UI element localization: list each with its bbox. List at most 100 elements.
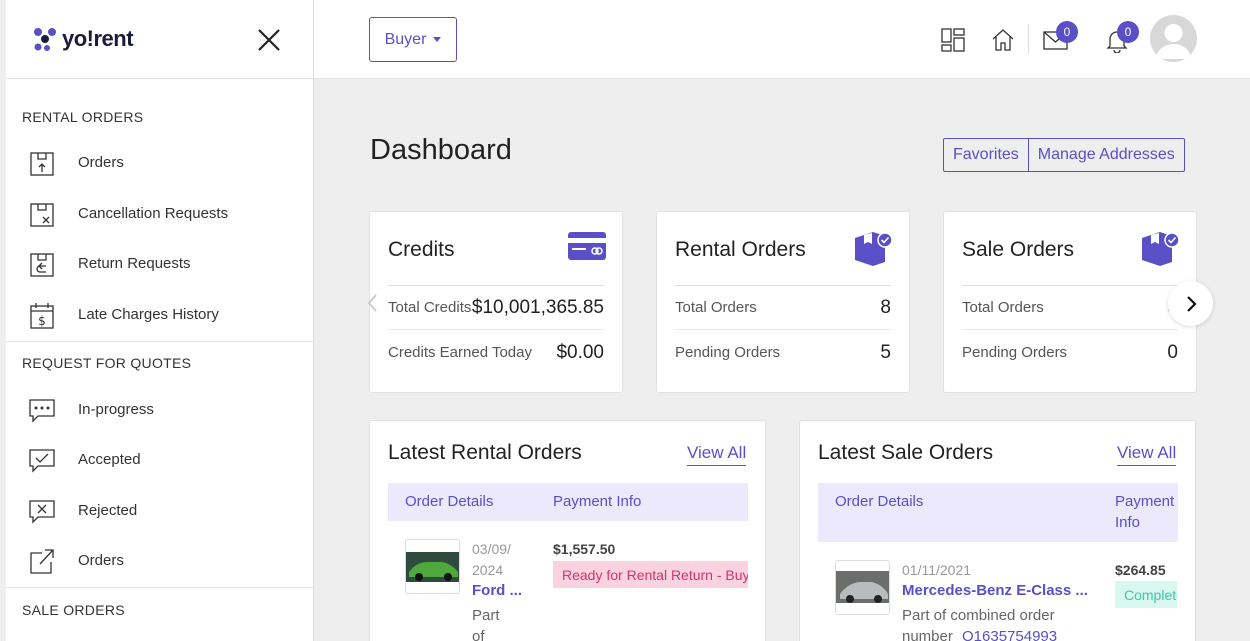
card-row-label: Pending Orders	[962, 344, 1068, 361]
card-row: Credits Earned Today $0.00	[388, 330, 604, 375]
carousel-next-button[interactable]	[1168, 281, 1213, 326]
order-date: 01/11/2021	[902, 562, 972, 578]
sidebar-item-cancellation-requests[interactable]: Cancellation Requests	[28, 200, 228, 228]
chat-dots-icon	[29, 399, 55, 423]
manage-addresses-button[interactable]: Manage Addresses	[1027, 139, 1184, 171]
card-title: Rental Orders	[675, 238, 806, 261]
divider	[6, 341, 313, 342]
order-subtext: of	[472, 628, 485, 641]
panel-title: Latest Sale Orders	[818, 441, 994, 464]
sidebar-item-orders[interactable]: Orders	[28, 149, 124, 177]
calendar-dollar-icon: $	[30, 303, 54, 329]
section-title-rental-orders: RENTAL ORDERS	[22, 109, 144, 125]
brand-name: yo!rent	[62, 26, 134, 51]
carousel-prev-icon[interactable]	[352, 286, 392, 322]
card-title: Sale Orders	[962, 238, 1075, 261]
quick-links: Favorites Manage Addresses	[943, 138, 1185, 172]
card-row: Pending Orders 0	[962, 330, 1178, 375]
chevron-right-icon	[1186, 295, 1197, 312]
sidebar-item-label: Return Requests	[78, 255, 191, 272]
sidebar-item-in-progress[interactable]: In-progress	[28, 396, 154, 424]
page-title: Dashboard	[370, 134, 512, 166]
sidebar-item-label: Rejected	[78, 502, 138, 519]
logo-mark-icon	[34, 28, 56, 51]
sidebar: yo!rent RENTAL ORDERS Orders Cancellatio…	[6, 0, 314, 641]
messages-badge: 0	[1056, 21, 1078, 43]
table-header: Order Details Payment Info	[818, 483, 1178, 542]
order-price: $1,557.50	[553, 541, 616, 557]
rental-orders-card: Rental Orders Total Orders 8 Pending Ord…	[656, 211, 910, 393]
divider	[1028, 24, 1029, 54]
package-check-icon	[855, 232, 893, 266]
product-thumbnail[interactable]	[835, 560, 890, 615]
credits-card: Credits Total Credits $10,001,365.85 Cre…	[369, 211, 623, 393]
card-row: Total Credits $10,001,365.85	[388, 285, 604, 330]
card-row-label: Total Orders	[675, 299, 757, 316]
column-header-order-details: Order Details	[835, 493, 924, 510]
home-icon[interactable]	[991, 28, 1015, 52]
box-x-icon	[30, 203, 54, 227]
chat-x-icon	[29, 500, 55, 524]
sidebar-item-label: Cancellation Requests	[78, 205, 229, 222]
card-row: Pending Orders 5	[675, 330, 891, 375]
sidebar-item-label: Late Charges History	[78, 306, 219, 323]
order-subtext: Part of combined order	[902, 607, 1055, 624]
order-price: $264.85	[1115, 562, 1166, 578]
return-icon	[30, 253, 54, 277]
order-product-link[interactable]: Ford ...	[472, 582, 522, 599]
card-row-value: 0	[1167, 341, 1178, 363]
sidebar-item-rfq-orders[interactable]: Orders	[28, 547, 124, 575]
favorites-button[interactable]: Favorites	[944, 139, 1028, 171]
panel-title: Latest Rental Orders	[388, 441, 582, 464]
latest-rental-orders-panel: Latest Rental Orders View All Order Deta…	[369, 420, 766, 641]
card-row-label: Total Orders	[962, 299, 1044, 316]
view-all-rental-link[interactable]: View All	[687, 443, 747, 466]
avatar[interactable]	[1150, 15, 1197, 62]
table-header: Order Details Payment Info	[388, 483, 748, 521]
brand-logo[interactable]: yo!rent	[32, 26, 134, 52]
package-check-icon	[1142, 232, 1180, 266]
card-row: Total Orders 8	[675, 285, 891, 330]
sidebar-item-accepted[interactable]: Accepted	[28, 446, 141, 474]
chat-check-icon	[29, 449, 55, 473]
sidebar-header: yo!rent	[6, 0, 313, 79]
divider	[6, 587, 313, 588]
product-thumbnail[interactable]	[405, 539, 460, 594]
box-up-icon	[30, 152, 54, 176]
caret-down-icon	[433, 37, 442, 42]
order-date: 03/09/	[472, 541, 511, 557]
sidebar-item-label: Accepted	[78, 451, 141, 468]
card-row-value: 8	[880, 296, 891, 318]
sidebar-item-late-charges-history[interactable]: $ Late Charges History	[28, 301, 219, 329]
car-image	[406, 540, 459, 593]
order-product-link[interactable]: Mercedes-Benz E-Class ...	[902, 582, 1088, 599]
order-subtext: Part	[472, 607, 500, 624]
card-row-value: $0.00	[556, 341, 604, 363]
card-title: Credits	[388, 238, 455, 261]
topbar: Buyer 0 0	[314, 0, 1250, 79]
dashboard-icon[interactable]	[941, 28, 965, 52]
sidebar-item-return-requests[interactable]: Return Requests	[28, 250, 191, 278]
view-all-sale-link[interactable]: View All	[1117, 443, 1177, 466]
column-header-payment: Payment	[1115, 493, 1175, 510]
role-select[interactable]: Buyer	[369, 17, 457, 62]
section-title-sale-orders: SALE ORDERS	[22, 602, 125, 618]
close-icon[interactable]	[256, 27, 282, 53]
combined-order-link[interactable]: O1635754993	[962, 628, 1057, 641]
role-select-value: Buyer	[384, 30, 427, 48]
sidebar-item-label: Orders	[78, 154, 124, 171]
sidebar-item-rejected[interactable]: Rejected	[28, 497, 137, 525]
order-subtext: number	[902, 628, 953, 641]
sidebar-item-label: In-progress	[78, 401, 154, 418]
card-row-label: Pending Orders	[675, 344, 781, 361]
status-badge: Completed	[1115, 581, 1177, 608]
section-title-request-for-quotes: REQUEST FOR QUOTES	[22, 355, 192, 371]
sale-orders-card: Sale Orders Total Orders 3 Pending Order…	[943, 211, 1197, 393]
external-box-icon	[30, 549, 54, 574]
column-header-info: Info	[1115, 514, 1141, 531]
status-badge: Ready for Rental Return - Buyer	[553, 561, 748, 588]
credit-card-icon	[568, 232, 606, 260]
card-row-value: $10,001,365.85	[471, 296, 604, 318]
column-header-order-details: Order Details	[405, 493, 494, 510]
car-image	[836, 561, 889, 614]
